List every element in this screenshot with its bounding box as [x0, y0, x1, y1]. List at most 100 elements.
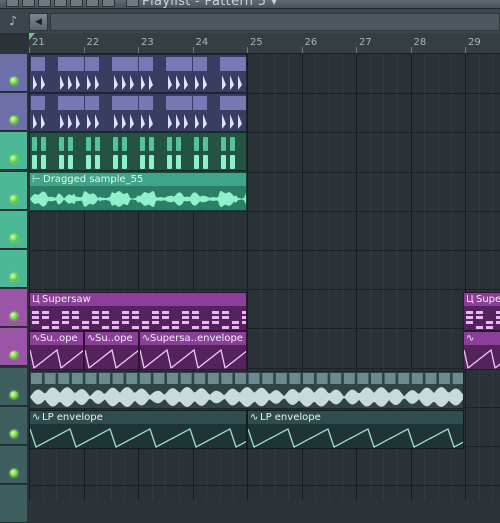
- chevron-down-icon[interactable]: ▾: [271, 0, 278, 9]
- bar-tick: [83, 47, 85, 53]
- track-led-icon[interactable]: [10, 390, 18, 399]
- perc-note-bottom: [221, 155, 226, 169]
- track-header-partial[interactable]: [0, 485, 27, 523]
- synth-note: [42, 311, 49, 314]
- automation-clip-right[interactable]: ∿: [463, 331, 500, 370]
- bar-tick: [29, 47, 30, 53]
- synth-note: [192, 311, 199, 314]
- synth-note: [92, 316, 99, 319]
- automation-clip-su-ope-2[interactable]: ∿ Su..ope: [84, 331, 139, 370]
- arrow-left-icon[interactable]: ◀: [29, 13, 48, 31]
- mute-tool-icon[interactable]: [54, 0, 67, 7]
- track-led-icon[interactable]: [10, 312, 18, 321]
- synth-note: [82, 326, 89, 329]
- audio-chops-clip[interactable]: [29, 371, 464, 409]
- perc-note-bottom: [32, 155, 37, 169]
- synth-note: [152, 316, 159, 319]
- synth-note: [142, 326, 149, 329]
- track-led-icon[interactable]: [10, 273, 18, 281]
- track-header-track-2[interactable]: [0, 93, 27, 132]
- track-led-icon[interactable]: [10, 116, 18, 125]
- automation-clip-lp-envelope-2[interactable]: ∿ LP envelope: [247, 410, 464, 449]
- automation-clip-supersaw-envelope[interactable]: ∿ Supersa..envelope: [139, 331, 247, 370]
- track-header-track-1[interactable]: [0, 54, 27, 92]
- track-led-icon[interactable]: [10, 469, 18, 477]
- chop-block: [330, 373, 342, 384]
- envelope-line: [85, 348, 138, 369]
- paint-tool-icon[interactable]: [22, 0, 35, 7]
- chop-block: [411, 373, 423, 384]
- track-header-track-9[interactable]: [0, 367, 27, 406]
- track-header-track-4[interactable]: [0, 171, 27, 210]
- perc-note-bottom: [113, 155, 118, 169]
- horizontal-scrollbar[interactable]: [50, 13, 500, 31]
- playback-tool-icon[interactable]: [126, 0, 139, 7]
- track-led-icon[interactable]: [10, 77, 18, 85]
- note-icon[interactable]: ♪: [2, 12, 24, 32]
- chop-block: [248, 373, 260, 384]
- chop-block: [44, 373, 56, 384]
- perc-pattern-clip[interactable]: [29, 132, 247, 171]
- drum-hit-mark: [68, 75, 72, 90]
- drum-note-block: [139, 96, 153, 110]
- clip-label: Supersaw: [42, 294, 91, 305]
- envelope-line: [464, 348, 500, 369]
- pattern-clip-supersaw-2[interactable]: Ц Supe: [463, 292, 500, 331]
- zoom-tool-icon[interactable]: [102, 0, 115, 7]
- chop-block: [343, 373, 355, 384]
- perc-note-top: [149, 137, 154, 151]
- synth-note: [182, 321, 189, 324]
- chop-block: [71, 373, 83, 384]
- drum-hit-mark: [60, 114, 64, 129]
- perc-note-bottom: [194, 155, 199, 169]
- timeline-ruler[interactable]: [29, 33, 500, 54]
- select-tool-icon[interactable]: [86, 0, 99, 7]
- track-header-track-5[interactable]: [0, 210, 27, 249]
- envelope-line: [140, 348, 246, 369]
- track-led-icon[interactable]: [10, 429, 18, 438]
- drum-note-block: [112, 96, 138, 110]
- bar-tick: [192, 47, 194, 53]
- bar-tick: [247, 47, 248, 53]
- draw-tool-icon[interactable]: [6, 0, 19, 7]
- track-header-track-3[interactable]: [0, 132, 27, 171]
- drum-hit-mark: [68, 114, 72, 129]
- drum-note-block: [58, 96, 84, 110]
- drum-note-block: [193, 57, 207, 71]
- track-led-icon[interactable]: [10, 194, 18, 203]
- drum-pattern-clip-2[interactable]: [29, 93, 247, 132]
- audio-clip-dragged-sample[interactable]: ⊢ Dragged sample_55: [29, 172, 247, 211]
- track-header-track-8[interactable]: [0, 328, 27, 367]
- synth-note: [476, 316, 483, 319]
- slice-tool-icon[interactable]: [70, 0, 83, 7]
- drum-hit-mark: [130, 75, 134, 90]
- automation-clip-lp-envelope-1[interactable]: ∿ LP envelope: [29, 410, 247, 449]
- automation-clip-su-ope-1[interactable]: ∿ Su..ope: [29, 331, 84, 370]
- chop-block: [153, 373, 165, 384]
- track-header-track-7[interactable]: [0, 289, 27, 328]
- synth-note: [486, 321, 493, 324]
- perc-note-top: [167, 137, 172, 151]
- automation-clip-icon: ∿: [466, 333, 475, 344]
- window-title[interactable]: Playlist - Pattern 5 ▾: [142, 0, 278, 9]
- synth-note: [242, 311, 246, 314]
- track-header-track-10[interactable]: [0, 406, 27, 445]
- chop-block: [180, 373, 192, 384]
- grid-line: [465, 54, 466, 500]
- track-header-track-11[interactable]: [0, 446, 27, 484]
- synth-note: [52, 321, 59, 324]
- delete-tool-icon[interactable]: [38, 0, 51, 7]
- pattern-clip-supersaw[interactable]: Ц Supersaw: [29, 292, 247, 331]
- chop-block: [126, 373, 138, 384]
- track-header-track-6[interactable]: [0, 250, 27, 288]
- track-led-icon[interactable]: [10, 351, 18, 360]
- synth-note: [62, 321, 69, 324]
- track-led-icon[interactable]: [10, 155, 18, 164]
- synth-note: [172, 326, 179, 329]
- synth-note: [496, 311, 500, 314]
- drum-note-block: [220, 57, 246, 71]
- drum-pattern-clip-1[interactable]: [29, 54, 247, 93]
- perc-note-bottom: [230, 155, 235, 169]
- automation-curve: [140, 348, 246, 369]
- track-led-icon[interactable]: [10, 233, 18, 242]
